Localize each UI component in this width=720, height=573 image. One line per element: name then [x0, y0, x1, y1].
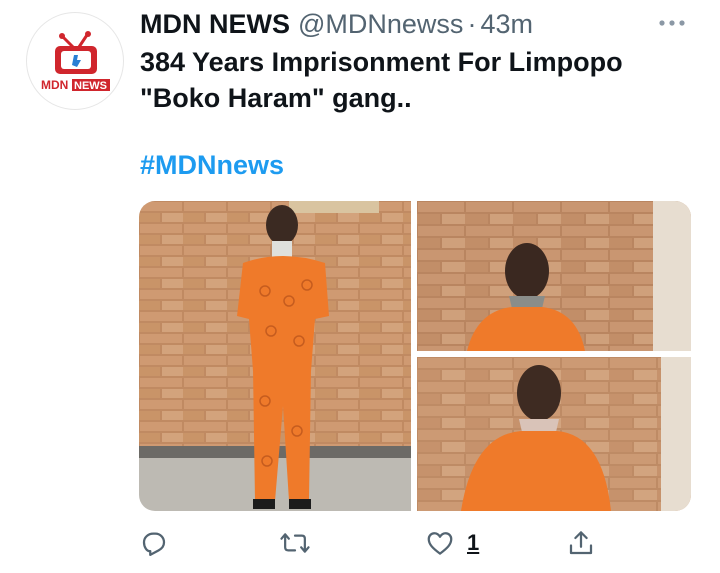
svg-text:MDN: MDN [41, 78, 68, 92]
reply-button[interactable] [139, 525, 169, 561]
media-grid [139, 201, 691, 511]
svg-text:NEWS: NEWS [74, 80, 107, 92]
like-count: 1 [467, 530, 480, 555]
photo-1[interactable] [139, 201, 411, 511]
tweet-text-line-2: "Boko Haram" gang.. [140, 83, 412, 113]
photo-2[interactable] [417, 201, 691, 351]
tweet-time[interactable]: 43m [480, 9, 533, 40]
author-handle[interactable]: @MDNnewss [298, 9, 463, 40]
mdn-news-logo: MDN NEWS [41, 31, 110, 92]
avatar[interactable]: MDN NEWS [26, 12, 124, 110]
photo-3[interactable] [417, 357, 691, 511]
share-icon [566, 528, 596, 558]
retweet-icon [279, 528, 311, 558]
like-button[interactable]: 1 [425, 525, 479, 561]
more-icon[interactable] [652, 15, 692, 31]
hashtag-link[interactable]: #MDNnews [140, 150, 284, 181]
tweet-text-line-1: 384 Years Imprisonment For Limpopo [140, 47, 623, 77]
tweet-header: MDN NEWS @MDNnewss · 43m [140, 8, 533, 40]
reply-icon [139, 528, 169, 558]
tweet-text: 384 Years Imprisonment For Limpopo "Boko… [140, 44, 700, 116]
separator-dot: · [467, 8, 477, 39]
share-button[interactable] [566, 525, 596, 561]
retweet-button[interactable] [279, 525, 311, 561]
author-name[interactable]: MDN NEWS [140, 9, 290, 40]
tweet-actions: 1 [139, 525, 599, 561]
like-icon [425, 528, 455, 558]
